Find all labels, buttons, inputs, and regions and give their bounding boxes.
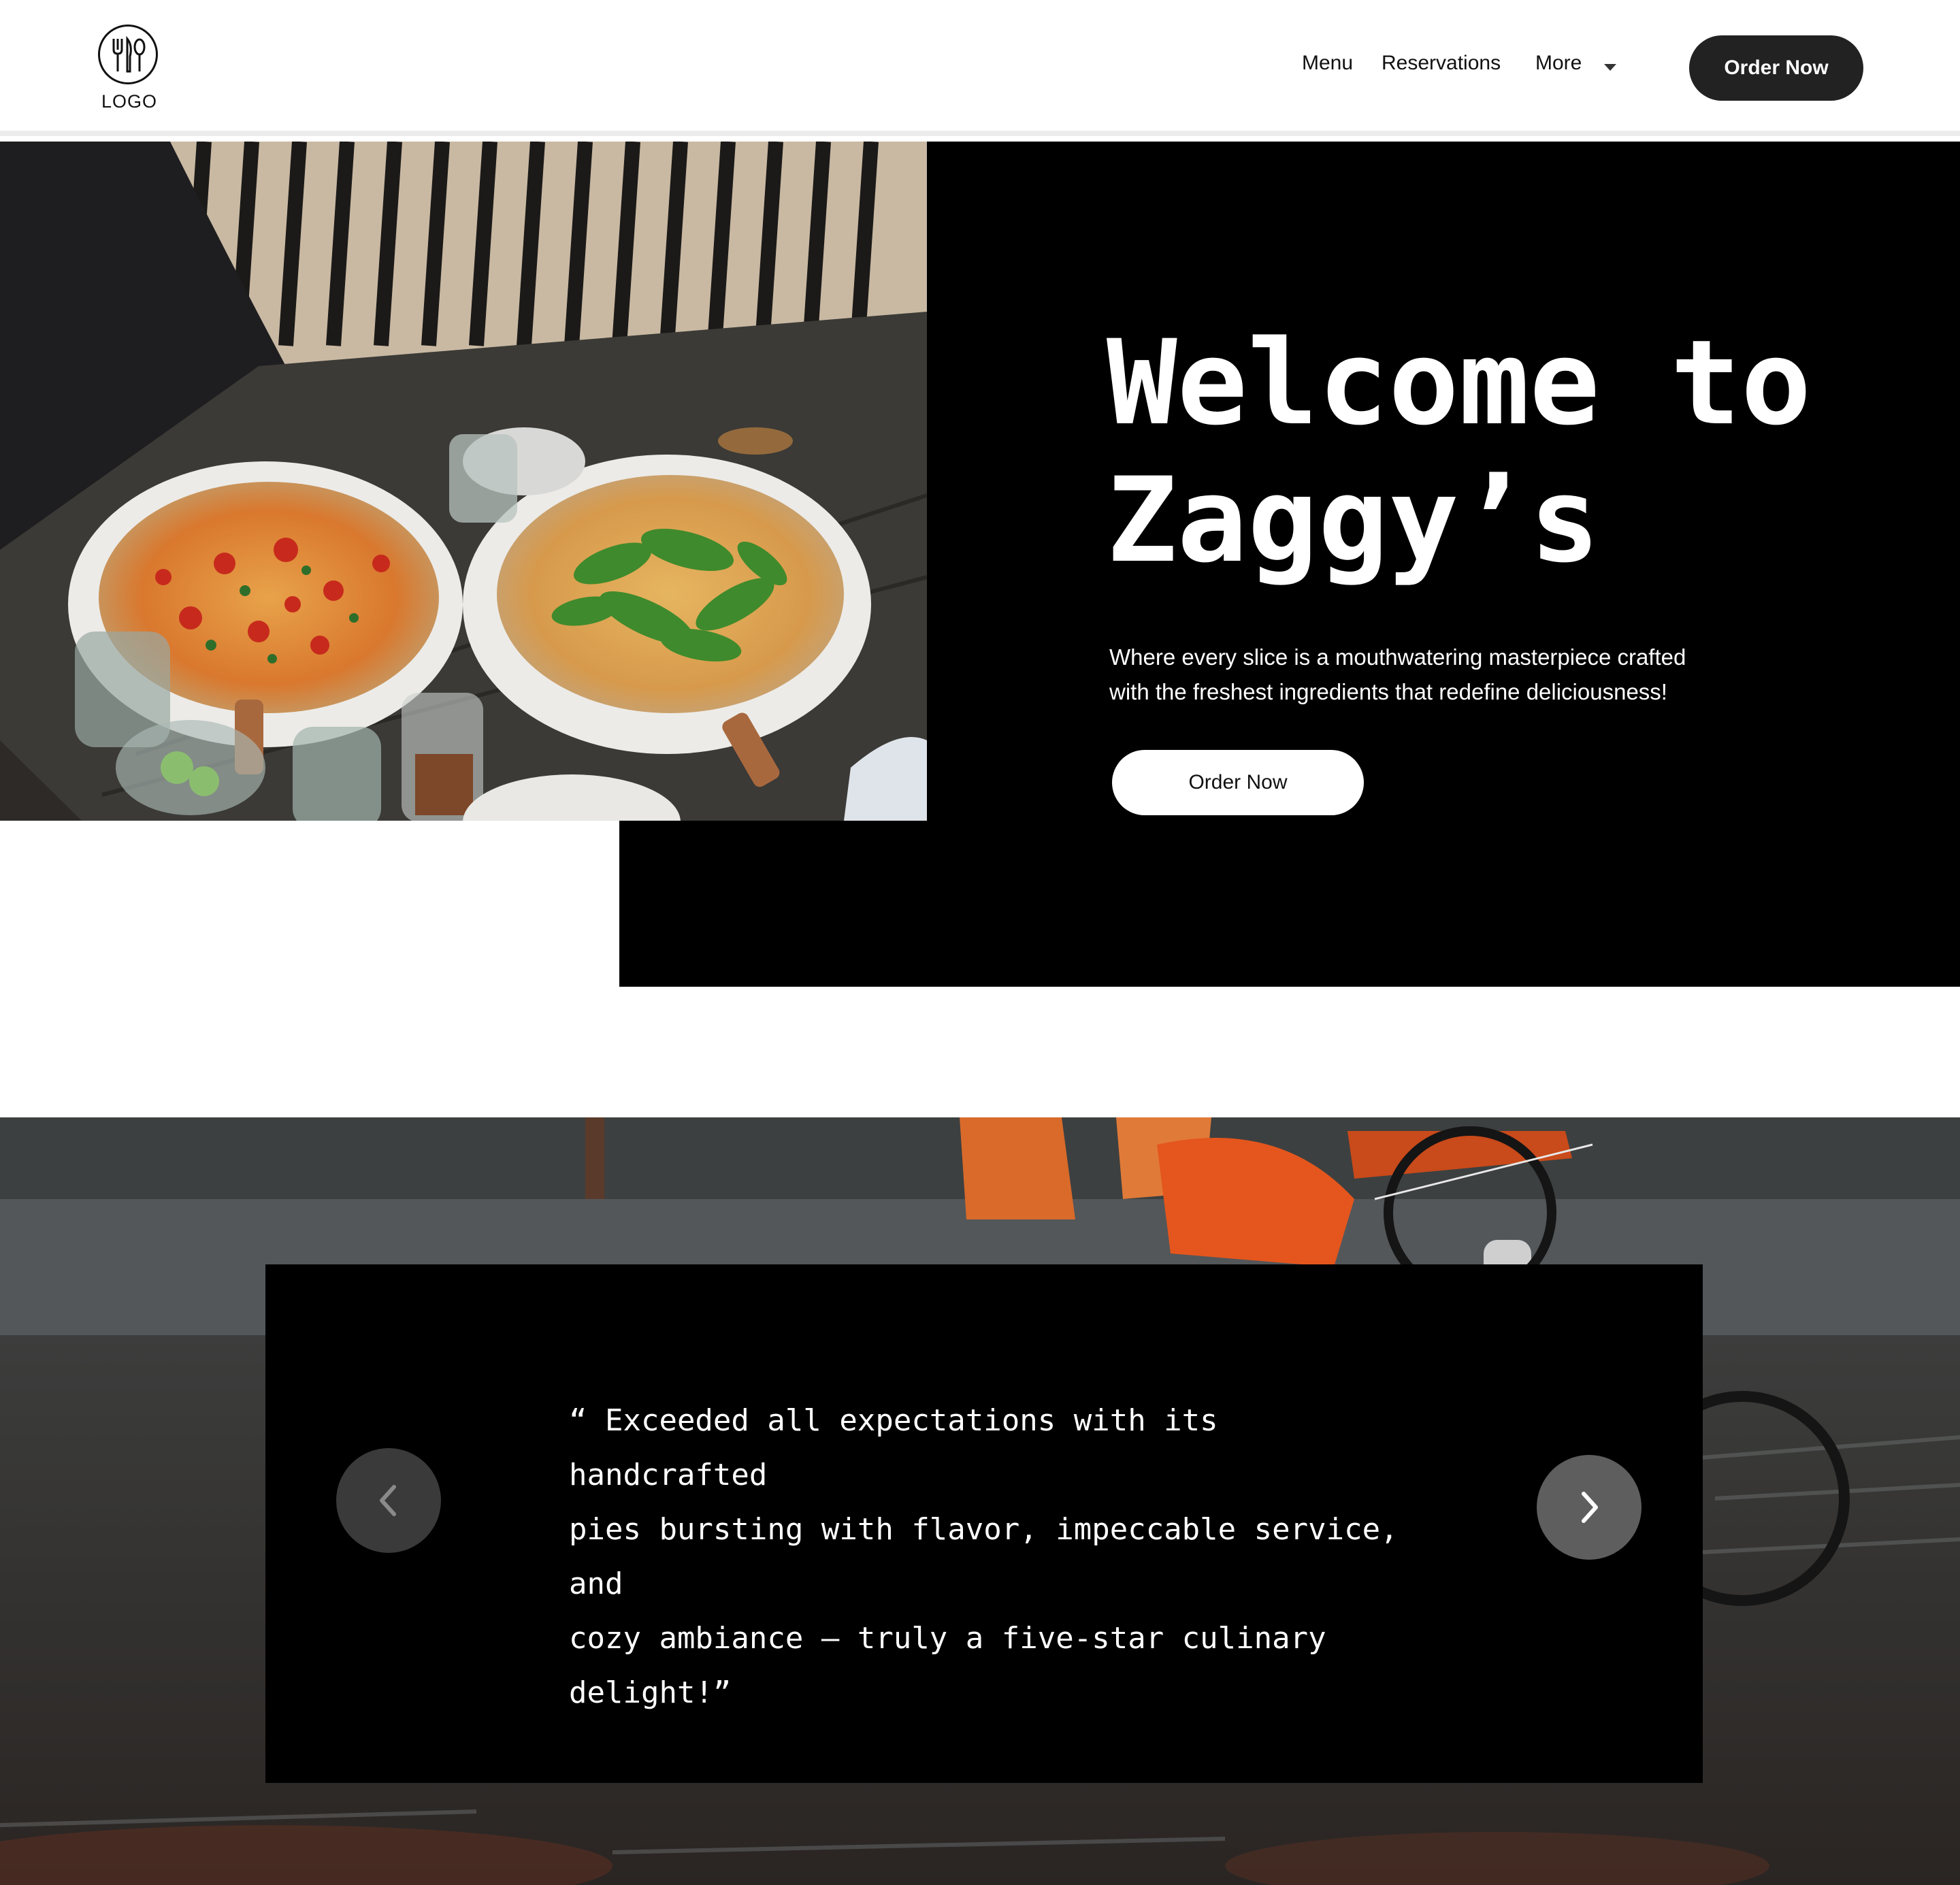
chevron-left-icon: [380, 1485, 396, 1516]
order-now-button-header[interactable]: Order Now: [1689, 35, 1863, 101]
hero-subtitle: Where every slice is a mouthwatering mas…: [1109, 640, 1749, 709]
logo-text: LOGO: [101, 91, 158, 112]
order-now-button-hero[interactable]: Order Now: [1112, 750, 1364, 815]
hero-subtitle-line1: Where every slice is a mouthwatering mas…: [1109, 644, 1686, 670]
caret-down-icon[interactable]: [1604, 64, 1616, 71]
quote-line4: delight!”: [569, 1675, 732, 1710]
nav-reservations[interactable]: Reservations: [1382, 52, 1501, 75]
site-header: LOGO Menu Reservations More Order Now: [0, 0, 1960, 136]
testimonial-quote: “ Exceeded all expectations with its han…: [569, 1394, 1426, 1720]
hero-title: Welcome to Zaggy’s: [1107, 314, 1923, 589]
quote-line2: pies bursting with flavor, impeccable se…: [569, 1512, 1399, 1601]
chevron-right-icon: [1582, 1492, 1598, 1523]
carousel-prev-button[interactable]: [336, 1448, 441, 1553]
nav-menu[interactable]: Menu: [1302, 52, 1353, 75]
pizza-photo: [0, 142, 927, 821]
carousel-next-button[interactable]: [1537, 1455, 1642, 1560]
nav-more[interactable]: More: [1535, 52, 1582, 75]
utensils-icon: [98, 24, 158, 84]
hero-title-line1: Welcome to: [1107, 314, 1812, 451]
hero-subtitle-line2: with the freshest ingredients that redef…: [1109, 679, 1667, 704]
hero-title-line2: Zaggy’s: [1107, 452, 1600, 589]
logo[interactable]: LOGO: [95, 24, 163, 113]
quote-line3: cozy ambiance — truly a five-star culina…: [569, 1621, 1326, 1656]
quote-line1: “ Exceeded all expectations with its han…: [569, 1403, 1218, 1492]
